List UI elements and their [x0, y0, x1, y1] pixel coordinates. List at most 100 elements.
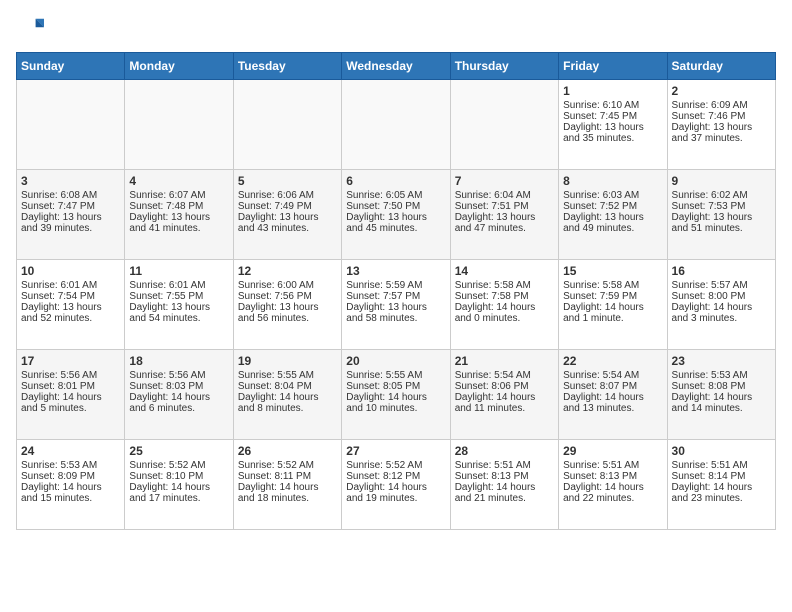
calendar-cell: 20 Sunrise: 5:55 AM Sunset: 8:05 PM Dayl…	[342, 350, 450, 440]
sunrise-text: Sunrise: 5:57 AM	[672, 280, 748, 291]
calendar-week-row: 17 Sunrise: 5:56 AM Sunset: 8:01 PM Dayl…	[17, 350, 776, 440]
calendar-cell: 26 Sunrise: 5:52 AM Sunset: 8:11 PM Dayl…	[233, 440, 341, 530]
sunset-text: Sunset: 7:46 PM	[672, 111, 746, 122]
sunset-text: Sunset: 7:54 PM	[21, 291, 95, 302]
sunrise-text: Sunrise: 5:55 AM	[238, 370, 314, 381]
calendar-cell: 12 Sunrise: 6:00 AM Sunset: 7:56 PM Dayl…	[233, 260, 341, 350]
calendar-cell: 30 Sunrise: 5:51 AM Sunset: 8:14 PM Dayl…	[667, 440, 775, 530]
sunset-text: Sunset: 7:53 PM	[672, 201, 746, 212]
sunset-text: Sunset: 7:55 PM	[129, 291, 203, 302]
calendar-week-row: 1 Sunrise: 6:10 AM Sunset: 7:45 PM Dayli…	[17, 80, 776, 170]
calendar-cell: 2 Sunrise: 6:09 AM Sunset: 7:46 PM Dayli…	[667, 80, 775, 170]
day-number: 11	[129, 264, 228, 278]
daylight-text: Daylight: 14 hours and 3 minutes.	[672, 302, 753, 324]
sunrise-text: Sunrise: 5:53 AM	[21, 460, 97, 471]
sunrise-text: Sunrise: 5:51 AM	[455, 460, 531, 471]
day-number: 17	[21, 354, 120, 368]
day-number: 15	[563, 264, 662, 278]
sunset-text: Sunset: 7:51 PM	[455, 201, 529, 212]
sunset-text: Sunset: 8:08 PM	[672, 381, 746, 392]
sunset-text: Sunset: 8:10 PM	[129, 471, 203, 482]
day-number: 13	[346, 264, 445, 278]
sunrise-text: Sunrise: 5:51 AM	[563, 460, 639, 471]
calendar-cell: 10 Sunrise: 6:01 AM Sunset: 7:54 PM Dayl…	[17, 260, 125, 350]
daylight-text: Daylight: 14 hours and 21 minutes.	[455, 482, 536, 504]
header-row: SundayMondayTuesdayWednesdayThursdayFrid…	[17, 53, 776, 80]
day-number: 30	[672, 444, 771, 458]
sunset-text: Sunset: 8:00 PM	[672, 291, 746, 302]
sunset-text: Sunset: 8:07 PM	[563, 381, 637, 392]
daylight-text: Daylight: 13 hours and 47 minutes.	[455, 212, 536, 234]
calendar-table: SundayMondayTuesdayWednesdayThursdayFrid…	[16, 52, 776, 530]
day-number: 9	[672, 174, 771, 188]
daylight-text: Daylight: 14 hours and 23 minutes.	[672, 482, 753, 504]
sunrise-text: Sunrise: 6:03 AM	[563, 190, 639, 201]
day-number: 21	[455, 354, 554, 368]
sunrise-text: Sunrise: 6:10 AM	[563, 100, 639, 111]
daylight-text: Daylight: 13 hours and 45 minutes.	[346, 212, 427, 234]
sunset-text: Sunset: 8:09 PM	[21, 471, 95, 482]
daylight-text: Daylight: 14 hours and 22 minutes.	[563, 482, 644, 504]
calendar-cell: 17 Sunrise: 5:56 AM Sunset: 8:01 PM Dayl…	[17, 350, 125, 440]
day-number: 23	[672, 354, 771, 368]
calendar-cell: 1 Sunrise: 6:10 AM Sunset: 7:45 PM Dayli…	[559, 80, 667, 170]
sunset-text: Sunset: 7:49 PM	[238, 201, 312, 212]
daylight-text: Daylight: 14 hours and 13 minutes.	[563, 392, 644, 414]
calendar-cell: 23 Sunrise: 5:53 AM Sunset: 8:08 PM Dayl…	[667, 350, 775, 440]
daylight-text: Daylight: 14 hours and 15 minutes.	[21, 482, 102, 504]
calendar-week-row: 10 Sunrise: 6:01 AM Sunset: 7:54 PM Dayl…	[17, 260, 776, 350]
sunrise-text: Sunrise: 6:04 AM	[455, 190, 531, 201]
day-of-week-header: Monday	[125, 53, 233, 80]
calendar-cell: 7 Sunrise: 6:04 AM Sunset: 7:51 PM Dayli…	[450, 170, 558, 260]
sunrise-text: Sunrise: 5:56 AM	[21, 370, 97, 381]
calendar-cell: 29 Sunrise: 5:51 AM Sunset: 8:13 PM Dayl…	[559, 440, 667, 530]
sunset-text: Sunset: 7:57 PM	[346, 291, 420, 302]
sunrise-text: Sunrise: 5:52 AM	[238, 460, 314, 471]
calendar-cell: 9 Sunrise: 6:02 AM Sunset: 7:53 PM Dayli…	[667, 170, 775, 260]
calendar-cell: 19 Sunrise: 5:55 AM Sunset: 8:04 PM Dayl…	[233, 350, 341, 440]
day-of-week-header: Wednesday	[342, 53, 450, 80]
sunset-text: Sunset: 7:48 PM	[129, 201, 203, 212]
day-number: 29	[563, 444, 662, 458]
calendar-cell: 6 Sunrise: 6:05 AM Sunset: 7:50 PM Dayli…	[342, 170, 450, 260]
calendar-cell: 11 Sunrise: 6:01 AM Sunset: 7:55 PM Dayl…	[125, 260, 233, 350]
daylight-text: Daylight: 13 hours and 54 minutes.	[129, 302, 210, 324]
sunrise-text: Sunrise: 5:58 AM	[455, 280, 531, 291]
daylight-text: Daylight: 13 hours and 41 minutes.	[129, 212, 210, 234]
sunset-text: Sunset: 7:47 PM	[21, 201, 95, 212]
day-number: 24	[21, 444, 120, 458]
calendar-cell	[17, 80, 125, 170]
daylight-text: Daylight: 13 hours and 56 minutes.	[238, 302, 319, 324]
sunset-text: Sunset: 8:14 PM	[672, 471, 746, 482]
day-number: 3	[21, 174, 120, 188]
day-number: 8	[563, 174, 662, 188]
calendar-cell: 24 Sunrise: 5:53 AM Sunset: 8:09 PM Dayl…	[17, 440, 125, 530]
daylight-text: Daylight: 14 hours and 17 minutes.	[129, 482, 210, 504]
sunrise-text: Sunrise: 5:52 AM	[129, 460, 205, 471]
calendar-cell	[342, 80, 450, 170]
calendar-week-row: 3 Sunrise: 6:08 AM Sunset: 7:47 PM Dayli…	[17, 170, 776, 260]
sunrise-text: Sunrise: 5:58 AM	[563, 280, 639, 291]
sunrise-text: Sunrise: 6:07 AM	[129, 190, 205, 201]
daylight-text: Daylight: 14 hours and 1 minute.	[563, 302, 644, 324]
day-number: 1	[563, 84, 662, 98]
calendar-cell: 13 Sunrise: 5:59 AM Sunset: 7:57 PM Dayl…	[342, 260, 450, 350]
day-of-week-header: Thursday	[450, 53, 558, 80]
day-number: 14	[455, 264, 554, 278]
calendar-cell: 27 Sunrise: 5:52 AM Sunset: 8:12 PM Dayl…	[342, 440, 450, 530]
daylight-text: Daylight: 13 hours and 51 minutes.	[672, 212, 753, 234]
day-number: 20	[346, 354, 445, 368]
daylight-text: Daylight: 13 hours and 35 minutes.	[563, 122, 644, 144]
day-number: 19	[238, 354, 337, 368]
sunset-text: Sunset: 8:13 PM	[563, 471, 637, 482]
daylight-text: Daylight: 14 hours and 19 minutes.	[346, 482, 427, 504]
sunset-text: Sunset: 7:58 PM	[455, 291, 529, 302]
calendar-cell: 8 Sunrise: 6:03 AM Sunset: 7:52 PM Dayli…	[559, 170, 667, 260]
sunset-text: Sunset: 8:12 PM	[346, 471, 420, 482]
calendar-cell	[125, 80, 233, 170]
day-number: 18	[129, 354, 228, 368]
sunrise-text: Sunrise: 5:54 AM	[563, 370, 639, 381]
sunrise-text: Sunrise: 6:05 AM	[346, 190, 422, 201]
sunset-text: Sunset: 8:03 PM	[129, 381, 203, 392]
sunset-text: Sunset: 8:11 PM	[238, 471, 311, 482]
